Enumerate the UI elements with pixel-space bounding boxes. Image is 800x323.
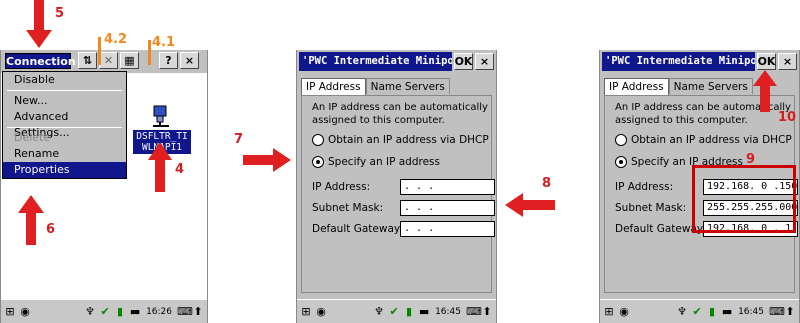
annotation-9: 9	[746, 152, 756, 167]
marker-line-4-2	[98, 37, 101, 65]
check-icon: ✔	[692, 304, 702, 318]
tab-strip: IP Address Name Servers	[604, 78, 753, 95]
menu-item-new[interactable]: New...	[3, 93, 126, 109]
annotation-8: 8	[542, 176, 552, 191]
check-icon: ✔	[100, 304, 110, 318]
close-button[interactable]: ×	[778, 53, 797, 70]
signal-icon: ▮	[117, 304, 124, 318]
radio-dhcp-label: Obtain an IP address via DHCP	[631, 134, 792, 146]
annotation-4: 4	[175, 162, 185, 177]
tab-name-servers[interactable]: Name Servers	[365, 78, 450, 94]
check-icon: ✔	[389, 304, 399, 318]
start-icon[interactable]: ⊞	[4, 305, 16, 318]
radio-specify-circle[interactable]	[615, 156, 627, 168]
arrow-5-down	[26, 0, 52, 48]
start-icon[interactable]: ⊞	[603, 305, 615, 318]
up-arrow-icon[interactable]: ⬆	[192, 305, 204, 318]
info-text: An IP address can be automatically assig…	[312, 102, 488, 126]
up-arrow-icon[interactable]: ⬆	[481, 305, 493, 318]
properties-tool-icon[interactable]: ▦	[120, 52, 139, 69]
connection-menu-button[interactable]: Connection	[5, 53, 76, 69]
radio-dhcp-circle[interactable]	[312, 134, 324, 146]
taskbar: ⊞ ◉ ♆ ✔ ▮ ▬ 16:45 ⌨ ⬆	[297, 299, 496, 323]
tab-name-servers[interactable]: Name Servers	[668, 78, 753, 94]
app-icon[interactable]: ◉	[315, 305, 327, 318]
marker-line-4-1	[148, 40, 151, 65]
app-icon[interactable]: ◉	[618, 305, 630, 318]
dialog-title: 'PWC Intermediate Minipor...	[299, 52, 452, 71]
usb-icon: ♆	[85, 304, 95, 318]
keyboard-icon[interactable]: ⌨	[466, 305, 482, 318]
delete-tool-icon[interactable]: ✕	[99, 52, 118, 69]
battery-icon: ▬	[129, 304, 141, 318]
radio-dhcp-label: Obtain an IP address via DHCP	[328, 134, 489, 146]
annotation-10: 10	[778, 110, 797, 125]
arrow-7-right	[243, 148, 291, 172]
arrow-6-up	[18, 195, 44, 245]
title-bar: Connection ⇅ ✕ ▦ ? ×	[1, 50, 207, 73]
tab-ip-address[interactable]: IP Address	[301, 78, 366, 95]
radio-dhcp[interactable]: Obtain an IP address via DHCP	[312, 134, 489, 146]
taskbar: ⊞ ◉ ♆ ✔ ▮ ▬ 16:45 ⌨ ⬆	[600, 299, 799, 323]
tab-strip: IP Address Name Servers	[301, 78, 450, 95]
app-icon[interactable]: ◉	[19, 305, 31, 318]
battery-icon: ▬	[418, 304, 430, 318]
annotation-5: 5	[55, 6, 65, 21]
ok-button[interactable]: OK	[454, 53, 473, 70]
usb-icon: ♆	[677, 304, 687, 318]
default-gateway-label: Default Gateway:	[312, 223, 403, 235]
menu-item-rename[interactable]: Rename	[3, 146, 126, 162]
help-button[interactable]: ?	[159, 52, 178, 69]
radio-specify-circle[interactable]	[312, 156, 324, 168]
annotation-4-1: 4.1	[152, 35, 176, 50]
menu-item-disable[interactable]: Disable	[3, 72, 126, 88]
battery-icon: ▬	[721, 304, 733, 318]
ip-address-field[interactable]: . . .	[400, 179, 495, 195]
subnet-mask-label: Subnet Mask:	[615, 202, 687, 214]
pda-screen-2: 'PWC Intermediate Minipor... OK × IP Add…	[296, 50, 497, 323]
dialog-title-bar: 'PWC Intermediate Minipor... OK ×	[297, 50, 496, 73]
arrow-10-up	[753, 70, 777, 112]
network-adapter-icon	[151, 104, 173, 128]
ok-button[interactable]: OK	[757, 53, 776, 70]
dialog-title: 'PWC Intermediate Minipor...	[602, 52, 755, 71]
adapter-label-line1: DSFLTR_TI	[136, 131, 188, 142]
clock: 16:26	[146, 306, 172, 317]
connection-dropdown-menu: Disable New... Advanced Settings... Dele…	[2, 71, 127, 179]
start-icon[interactable]: ⊞	[300, 305, 312, 318]
taskbar: ⊞ ◉ ♆ ✔ ▮ ▬ 16:26 ⌨ ⬆	[1, 299, 207, 323]
keyboard-icon[interactable]: ⌨	[769, 305, 785, 318]
network-tool-icon[interactable]: ⇅	[78, 52, 97, 69]
ip-panel: An IP address can be automatically assig…	[301, 95, 495, 293]
annotation-6: 6	[46, 222, 56, 237]
close-button[interactable]: ×	[475, 53, 494, 70]
subnet-mask-label: Subnet Mask:	[312, 202, 384, 214]
usb-icon: ♆	[374, 304, 384, 318]
clock: 16:45	[435, 306, 461, 317]
highlight-box-ip-fields	[692, 165, 796, 233]
annotation-4-2: 4.2	[104, 32, 128, 47]
arrow-8-left	[505, 193, 555, 217]
radio-specify-label: Specify an IP address	[328, 156, 440, 168]
arrow-4-up	[148, 142, 172, 192]
radio-dhcp[interactable]: Obtain an IP address via DHCP	[615, 134, 792, 146]
up-arrow-icon[interactable]: ⬆	[784, 305, 796, 318]
close-button[interactable]: ×	[180, 52, 199, 69]
ip-address-label: IP Address:	[615, 181, 674, 193]
menu-item-advanced-settings[interactable]: Advanced Settings...	[3, 109, 126, 139]
menu-item-properties[interactable]: Properties	[3, 162, 126, 178]
annotation-7: 7	[234, 132, 244, 147]
clock: 16:45	[738, 306, 764, 317]
radio-dhcp-circle[interactable]	[615, 134, 627, 146]
subnet-mask-field[interactable]: . . .	[400, 200, 495, 216]
signal-icon: ▮	[406, 304, 413, 318]
radio-specify[interactable]: Specify an IP address	[312, 156, 440, 168]
ip-address-label: IP Address:	[312, 181, 371, 193]
default-gateway-field[interactable]: . . .	[400, 221, 495, 237]
signal-icon: ▮	[709, 304, 716, 318]
keyboard-icon[interactable]: ⌨	[177, 305, 193, 318]
tab-ip-address[interactable]: IP Address	[604, 78, 669, 95]
